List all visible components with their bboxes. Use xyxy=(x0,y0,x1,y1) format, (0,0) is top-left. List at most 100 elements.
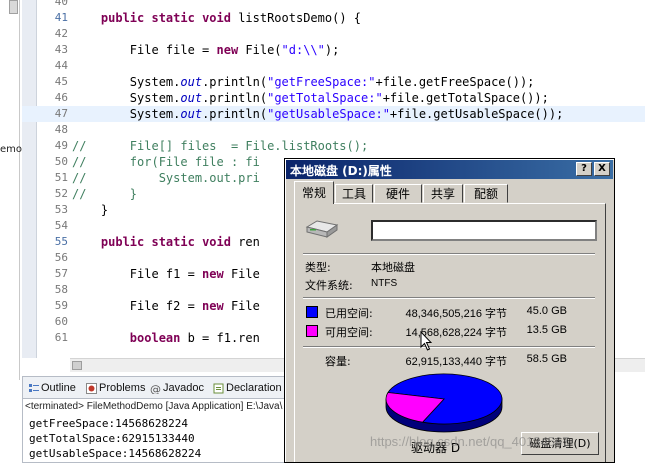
line-number: 55 xyxy=(54,235,68,248)
code-text: File f2 = new File xyxy=(72,298,260,314)
code-token: ); xyxy=(324,43,340,57)
code-text: public static void listRootsDemo() { xyxy=(72,10,361,26)
code-line[interactable]: 48 xyxy=(22,122,645,138)
code-token: out xyxy=(180,75,203,89)
code-line[interactable]: 43 File file = new File("d:\\"); xyxy=(22,42,645,58)
problems-icon xyxy=(86,383,97,394)
code-token: "getTotalSpace:" xyxy=(267,91,383,105)
console-view: Outline Problems @ Javadoc Declaration <… xyxy=(22,376,298,463)
package-explorer-strip: emo xyxy=(0,0,22,380)
tab-general[interactable]: 常规 xyxy=(294,181,334,204)
svg-text:@: @ xyxy=(150,383,161,394)
code-line[interactable]: 49 // File[] files = File.listRoots(); xyxy=(22,138,645,154)
code-line[interactable]: 40 xyxy=(22,0,645,10)
line-number: 45 xyxy=(54,75,68,88)
code-token: static xyxy=(151,11,203,25)
code-token: static xyxy=(151,235,203,249)
code-token: .println( xyxy=(202,107,268,121)
filesystem-value: NTFS xyxy=(371,278,398,289)
javadoc-icon: @ xyxy=(150,383,161,396)
code-token: new xyxy=(216,43,246,57)
code-line[interactable]: 47 System.out.println("getUsableSpace:"+… xyxy=(22,106,645,122)
line-number: 49 xyxy=(54,139,68,152)
code-token: // File[] files = File.listRoots(); xyxy=(72,139,369,153)
line-number: 53 xyxy=(54,203,68,216)
capacity-bytes: 62,915,133,440 字节 xyxy=(405,356,507,368)
dialog-titlebar[interactable]: 本地磁盘 (D:)属性 ? X xyxy=(286,160,613,179)
code-text: // for(File file : fi xyxy=(72,154,260,170)
line-number: 42 xyxy=(54,27,68,40)
code-token: "d:\\" xyxy=(281,43,325,57)
scroll-handle[interactable] xyxy=(9,0,18,14)
type-value: 本地磁盘 xyxy=(371,261,415,274)
tab-outline[interactable]: Outline xyxy=(27,380,76,397)
code-token: File( xyxy=(245,43,282,57)
tab-problems[interactable]: Problems xyxy=(85,380,145,397)
code-token: .println( xyxy=(202,91,268,105)
code-text: // } xyxy=(72,186,137,202)
code-line[interactable]: 44 xyxy=(22,58,645,74)
line-number: 41 xyxy=(54,11,68,24)
console-line: getUsableSpace:14568628224 xyxy=(29,447,202,460)
code-text: File f1 = new File xyxy=(72,266,260,282)
hard-drive-icon xyxy=(305,219,339,239)
line-number: 50 xyxy=(54,155,68,168)
code-text: // System.out.pri xyxy=(72,170,260,186)
scrollbar-thumb[interactable] xyxy=(72,361,82,370)
tab-sharing[interactable]: 共享 xyxy=(423,184,463,203)
code-line[interactable]: 41 public static void listRootsDemo() { xyxy=(22,10,645,26)
line-number: 46 xyxy=(54,91,68,104)
code-token: public xyxy=(100,11,152,25)
code-token: out xyxy=(180,91,203,105)
disk-usage-pie-chart xyxy=(385,373,503,433)
view-tab-bar: Outline Problems @ Javadoc Declaration xyxy=(23,377,298,399)
code-token: // System.out.pri xyxy=(72,171,260,185)
volume-name-input[interactable] xyxy=(371,220,597,241)
tab-javadoc-label: Javadoc xyxy=(163,382,204,394)
code-line[interactable]: 46 System.out.println("getTotalSpace:"+f… xyxy=(22,90,645,106)
free-space-swatch xyxy=(306,325,318,337)
tab-quota[interactable]: 配额 xyxy=(464,184,508,203)
line-number: 40 xyxy=(54,0,68,8)
close-button[interactable]: X xyxy=(594,162,610,176)
tab-javadoc[interactable]: @ Javadoc xyxy=(149,380,204,397)
code-token: listRootsDemo() { xyxy=(238,11,362,25)
tab-declaration[interactable]: Declaration xyxy=(212,380,282,397)
tab-hardware[interactable]: 硬件 xyxy=(374,184,422,203)
line-number: 58 xyxy=(54,283,68,296)
code-token: void xyxy=(202,235,239,249)
code-token: } xyxy=(100,203,109,217)
code-token: File f1 = xyxy=(129,267,203,281)
code-token: File file = xyxy=(129,43,217,57)
help-button[interactable]: ? xyxy=(576,162,592,176)
line-number: 60 xyxy=(54,315,68,328)
line-number: 51 xyxy=(54,171,68,184)
line-number: 59 xyxy=(54,299,68,312)
code-line[interactable]: 45 System.out.println("getFreeSpace:"+fi… xyxy=(22,74,645,90)
code-text: boolean b = f1.ren xyxy=(72,330,260,346)
code-token: new xyxy=(202,267,231,281)
code-token: new xyxy=(202,299,231,313)
filesystem-label: 文件系统: xyxy=(305,279,353,292)
used-space-swatch xyxy=(306,306,318,318)
code-text: System.out.println("getTotalSpace:"+file… xyxy=(72,90,549,106)
free-space-gb: 13.5 GB xyxy=(526,324,567,336)
code-text: System.out.println("getUsableSpace:"+fil… xyxy=(72,106,564,122)
code-line[interactable]: 42 xyxy=(22,26,645,42)
code-token: out xyxy=(180,107,203,121)
console-line: getFreeSpace:14568628224 xyxy=(29,417,188,430)
tab-tools[interactable]: 工具 xyxy=(335,184,373,203)
mouse-cursor-icon xyxy=(420,331,432,351)
outline-icon xyxy=(28,383,39,394)
line-number: 54 xyxy=(54,219,68,232)
code-token: .println( xyxy=(202,75,268,89)
line-number: 56 xyxy=(54,251,68,264)
code-text: } xyxy=(72,202,108,218)
free-space-label: 可用空间: xyxy=(325,326,373,339)
